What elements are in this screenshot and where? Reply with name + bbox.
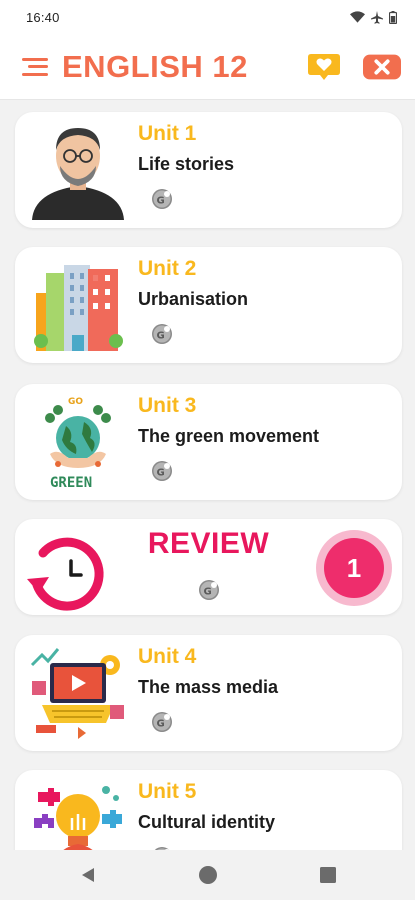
app-bar: ENGLISH 12 <box>0 34 415 100</box>
unit-title: Urbanisation <box>138 289 249 309</box>
thumb-go-text: GO <box>68 397 83 407</box>
svg-text:G: G <box>157 719 165 730</box>
city-buildings-icon <box>34 265 123 351</box>
unit-label: Unit 5 <box>138 780 197 803</box>
translate-icon: G <box>152 712 172 732</box>
mass-media-laptop-icon <box>30 648 124 739</box>
unit-title: Life stories <box>138 154 235 174</box>
back-triangle-icon <box>81 868 94 882</box>
unit-4-thumbnail <box>23 641 133 745</box>
home-circle-icon <box>198 866 217 884</box>
close-icon <box>363 54 401 79</box>
portrait-icon <box>32 128 124 220</box>
translate-button[interactable]: G <box>198 579 220 601</box>
app-actions <box>305 52 401 82</box>
status-icons <box>350 10 397 24</box>
unit-list[interactable]: Unit 1 Life stories G Unit 2 Urbanisatio… <box>0 100 415 850</box>
home-button[interactable] <box>188 855 228 895</box>
review-number-badge[interactable]: 1 <box>316 530 392 606</box>
menu-line-icon <box>22 57 48 61</box>
thumb-green-text: GREEN <box>50 475 92 491</box>
svg-text:G: G <box>157 468 165 479</box>
menu-line-icon <box>28 65 48 68</box>
heart-chat-icon <box>308 53 340 80</box>
translate-button[interactable]: G <box>151 460 173 482</box>
unit-label: Unit 4 <box>138 645 197 668</box>
app-title: ENGLISH 12 <box>62 48 248 84</box>
translate-icon: G <box>152 189 172 209</box>
unit-card-4[interactable]: Unit 4 The mass media G <box>15 635 402 751</box>
translate-icon: G <box>152 461 172 481</box>
battery-icon <box>389 10 397 24</box>
recents-button[interactable] <box>308 855 348 895</box>
unit-title: The green movement <box>138 426 320 446</box>
svg-text:G: G <box>204 587 212 598</box>
unit-card-5[interactable]: Unit 5 Cultural identity G <box>15 770 402 850</box>
translate-icon: G <box>152 324 172 344</box>
unit-title: The mass media <box>138 677 279 697</box>
status-time: 16:40 <box>26 9 60 25</box>
unit-card-3[interactable]: GO GREEN Unit 3 The green movement G <box>15 384 402 500</box>
unit-label: Unit 1 <box>138 122 197 145</box>
lightbulb-puzzle-icon <box>34 786 122 850</box>
translate-button[interactable]: G <box>151 188 173 210</box>
close-app-button[interactable] <box>363 52 401 82</box>
svg-text:G: G <box>157 331 165 342</box>
unit-label: Unit 3 <box>138 394 197 417</box>
unit-3-thumbnail: GO GREEN <box>23 390 133 494</box>
unit-label: Unit 2 <box>138 257 197 280</box>
review-card[interactable]: REVIEW G 1 <box>15 519 402 615</box>
unit-title: Cultural identity <box>138 812 276 832</box>
status-bar: 16:40 <box>0 0 415 34</box>
svg-text:G: G <box>157 196 165 207</box>
review-count: 1 <box>324 538 384 598</box>
translate-icon: G <box>199 580 219 600</box>
go-green-earth-icon: GO GREEN <box>45 397 111 491</box>
menu-button[interactable] <box>18 55 48 79</box>
unit-card-1[interactable]: Unit 1 Life stories G <box>15 112 402 228</box>
unit-card-2[interactable]: Unit 2 Urbanisation G <box>15 247 402 363</box>
translate-button[interactable]: G <box>151 323 173 345</box>
back-button[interactable] <box>68 855 108 895</box>
unit-1-thumbnail <box>23 118 133 222</box>
airplane-mode-icon <box>371 10 383 24</box>
menu-line-icon <box>22 72 48 76</box>
unit-2-thumbnail <box>23 253 133 357</box>
recents-square-icon <box>319 867 336 883</box>
wifi-icon <box>350 11 365 23</box>
favorites-button[interactable] <box>305 52 343 82</box>
translate-button[interactable]: G <box>151 711 173 733</box>
unit-5-thumbnail <box>23 776 133 850</box>
system-nav-bar <box>0 850 415 900</box>
